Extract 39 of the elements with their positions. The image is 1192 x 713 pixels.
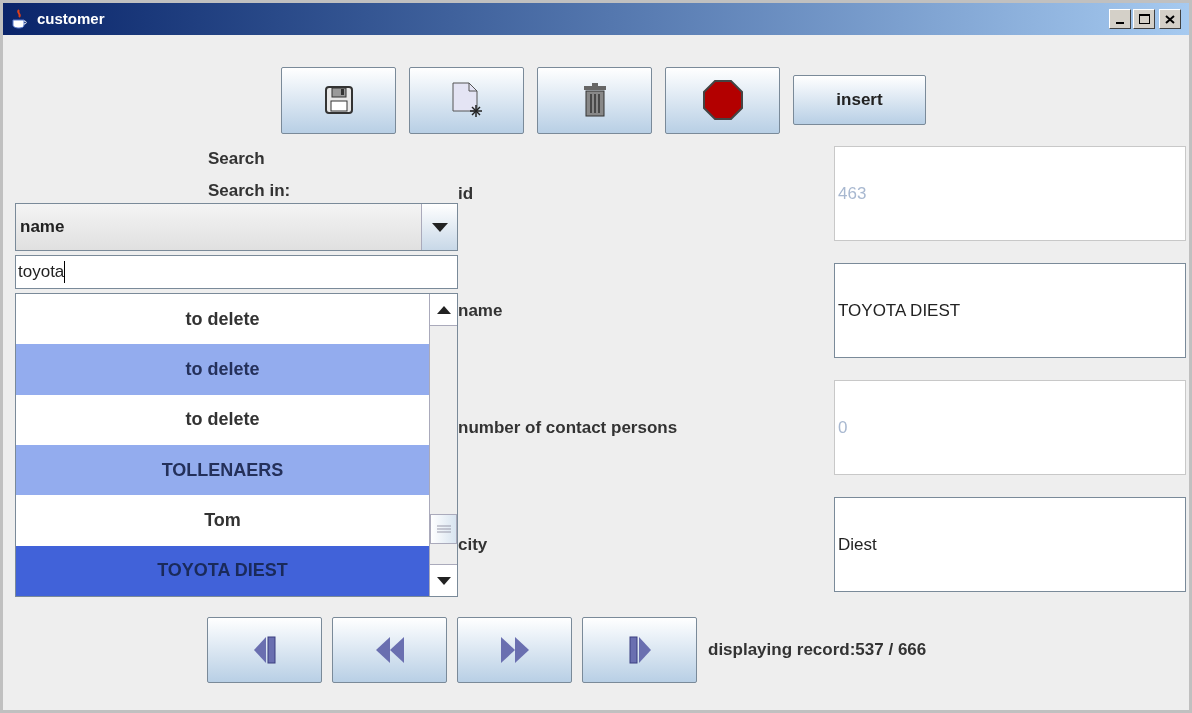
maximize-button[interactable] <box>1133 9 1155 29</box>
scroll-thumb[interactable] <box>430 514 457 544</box>
result-item[interactable]: to delete <box>16 344 429 395</box>
close-icon <box>1165 14 1175 24</box>
close-button[interactable] <box>1159 9 1181 29</box>
next-record-button[interactable] <box>457 617 572 683</box>
new-document-icon <box>449 81 484 119</box>
trash-can-icon <box>582 83 607 117</box>
new-button[interactable] <box>409 66 524 134</box>
minimize-button[interactable] <box>1109 9 1131 29</box>
text-field[interactable]: Diest <box>834 497 1186 592</box>
search-heading: Search <box>208 148 266 170</box>
field-dropdown[interactable]: name <box>15 203 458 251</box>
last-record-button[interactable] <box>582 617 697 683</box>
minimize-icon <box>1116 22 1124 24</box>
search-in-label: Search in: <box>208 180 292 202</box>
rewind-icon <box>375 635 404 665</box>
maximize-icon <box>1138 14 1150 24</box>
skip-last-icon <box>628 635 651 665</box>
save-button[interactable] <box>281 66 396 134</box>
insert-button[interactable]: insert <box>793 75 926 125</box>
field-label: number of contact persons <box>458 416 679 439</box>
field-label: name <box>458 299 504 322</box>
fast-forward-icon <box>500 635 529 665</box>
field-label: city <box>458 533 489 556</box>
stop-button[interactable] <box>665 66 780 134</box>
stop-sign-icon <box>702 80 743 120</box>
result-item[interactable]: TOLLENAERS <box>16 445 429 496</box>
delete-button[interactable] <box>537 66 652 134</box>
skip-first-icon <box>253 635 276 665</box>
scrollbar[interactable] <box>429 294 457 596</box>
field-label: id <box>458 182 475 205</box>
first-record-button[interactable] <box>207 617 322 683</box>
record-status: displaying record:537 / 666 <box>708 639 927 662</box>
text-field[interactable]: TOYOTA DIEST <box>834 263 1186 358</box>
search-input[interactable]: toyota <box>15 255 458 289</box>
window-title: customer <box>37 8 105 29</box>
previous-record-button[interactable] <box>332 617 447 683</box>
coffee-cup-icon <box>11 9 29 29</box>
